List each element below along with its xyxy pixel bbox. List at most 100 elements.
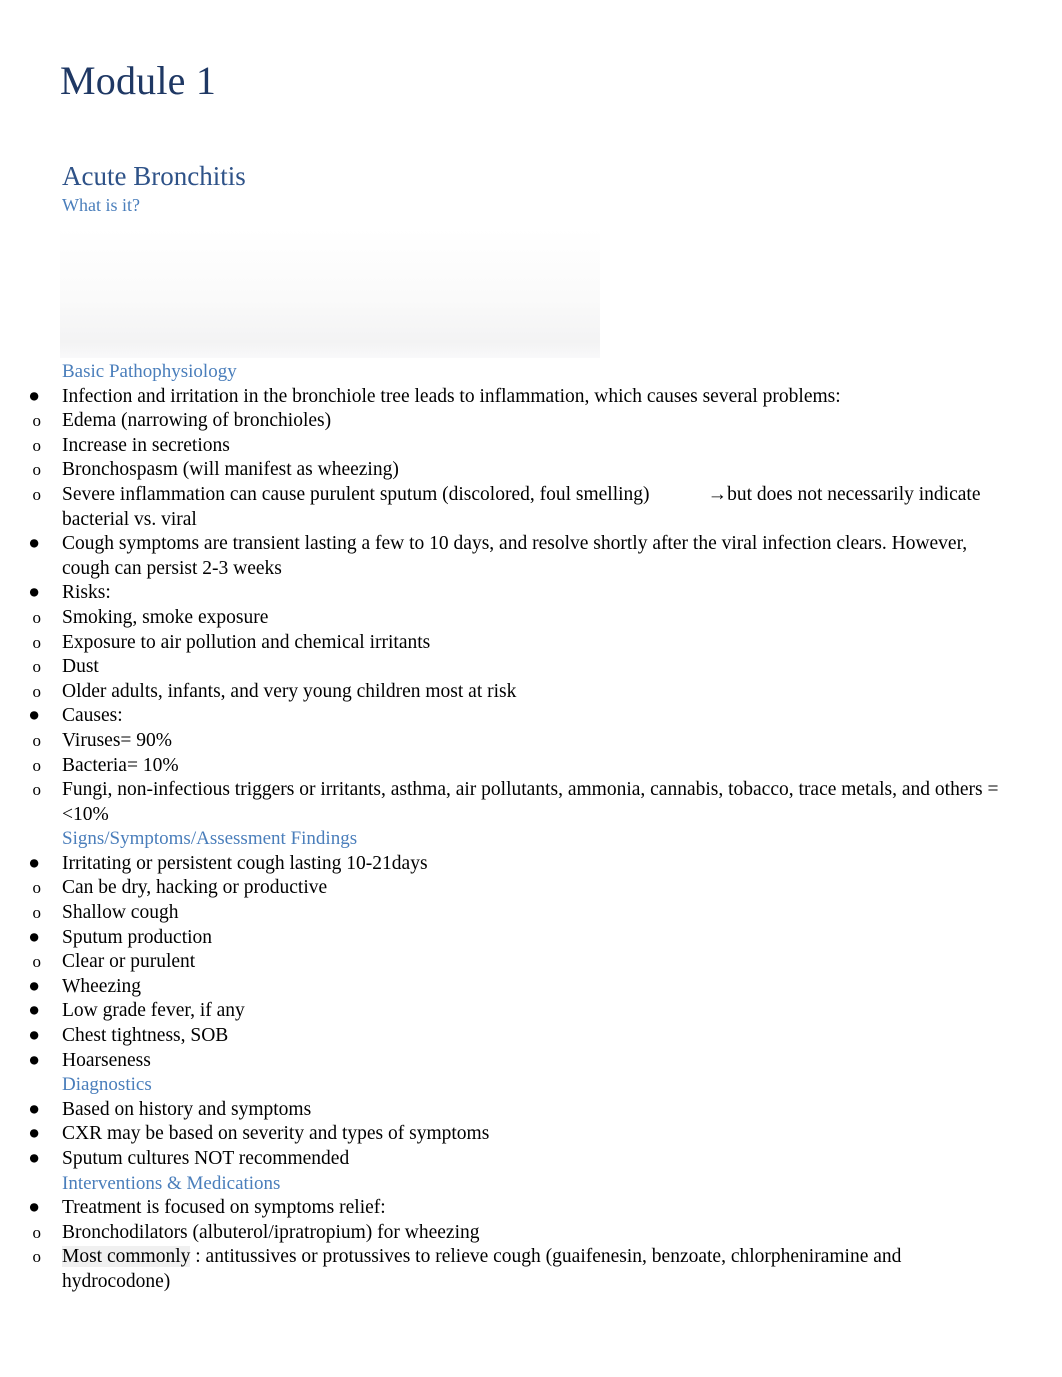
list-item-text: Increase in secretions [62, 434, 230, 456]
list-item-text: Viruses= 90% [62, 729, 173, 751]
list-item-text: Cough symptoms are transient lasting a f… [62, 533, 968, 579]
sub-bullet-marker-icon: o [32, 903, 42, 923]
bullet-marker-icon: ● [28, 1098, 40, 1120]
list-item: o Smoking, smoke exposure [0, 606, 1062, 631]
bullet-marker-icon: ● [28, 582, 40, 604]
list-item-text-continued: →but does not necessarily indicate bacte… [62, 483, 981, 530]
list-item-text: Most commonly : antitussives or protussi… [62, 1246, 902, 1292]
list-item-text: Low grade fever, if any [62, 1000, 245, 1022]
subsection-heading-what-is-it: What is it? [62, 195, 140, 215]
bullet-marker-icon: ● [28, 705, 40, 727]
sub-bullet-marker-icon: o [32, 730, 42, 750]
list-item-text: Bacteria= 10% [62, 754, 179, 776]
list-item: o Severe inflammation can cause purulent … [0, 483, 1062, 532]
list-item: o Can be dry, hacking or productive [0, 876, 1062, 901]
document-page: Module 1 Acute Bronchitis What is it? Ba… [0, 0, 1062, 1377]
list-item-text: Shallow cough [62, 902, 179, 924]
list-item: ● Infection and irritation in the bronchi… [0, 385, 1062, 410]
image-placeholder-band [60, 228, 600, 358]
sub-bullet-marker-icon: o [32, 657, 42, 677]
list-item: o Fungi, non-infectious triggers or irrit… [0, 778, 1062, 827]
bullet-marker-icon: ● [28, 852, 40, 874]
bullet-marker-icon: ● [28, 1049, 40, 1071]
bullet-marker-icon: ● [28, 1148, 40, 1169]
list-item-text: Sputum cultures NOT recommended [62, 1148, 350, 1169]
list-item: ● Based on history and symptoms [0, 1098, 1062, 1123]
list-item: o Most commonly : antitussives or protuss… [0, 1245, 1062, 1294]
sub-bullet-marker-icon: o [32, 411, 42, 431]
bullet-marker-icon: ● [28, 1197, 40, 1219]
sub-bullet-marker-icon: o [32, 607, 42, 627]
list-item: o Older adults, infants, and very young c… [0, 680, 1062, 705]
list-item-text: Wheezing [62, 975, 142, 997]
list-item: ● Treatment is focused on symptoms relief… [0, 1196, 1062, 1221]
list-section-heading: Diagnostics [62, 1074, 152, 1096]
list-item: ● Sputum production [0, 926, 1062, 951]
sub-bullet-marker-icon: o [32, 632, 42, 652]
list-item-text: Irritating or persistent cough lasting 1… [62, 852, 428, 874]
bullet-marker-icon: ● [28, 975, 40, 997]
bullet-marker-icon: ● [28, 1000, 40, 1022]
list-item: o Bronchospasm (will manifest as wheezing… [0, 458, 1062, 483]
sub-bullet-marker-icon: o [32, 1222, 42, 1242]
sub-bullet-marker-icon: o [32, 952, 42, 972]
list-item: ● Cough symptoms are transient lasting a … [0, 532, 1062, 581]
list-item-text: Fungi, non-infectious triggers or irrita… [62, 779, 999, 825]
list-item-text: Can be dry, hacking or productive [62, 877, 328, 899]
list-item: ● Irritating or persistent cough lasting … [0, 852, 1062, 877]
list-item: o Viruses= 90% [0, 729, 1062, 754]
list-item-text: Smoking, smoke exposure [62, 606, 269, 628]
list-item-text: Severe inflammation can cause purulent s… [62, 483, 981, 530]
list-item: o Shallow cough [0, 901, 1062, 926]
list-item: o Clear or purulent [0, 950, 1062, 975]
section-heading-acute-bronchitis: Acute Bronchitis [62, 161, 246, 191]
list-section-heading: Basic Pathophysiology [62, 361, 237, 382]
list-item: o Edema (narrowing of bronchioles) [0, 409, 1062, 434]
bullet-marker-icon: ● [28, 385, 40, 407]
list-item-text: Based on history and symptoms [62, 1098, 312, 1120]
list-item: ● Causes: [0, 704, 1062, 729]
list-item-text: Hoarseness [62, 1049, 151, 1071]
list-item: o Bacteria= 10% [0, 754, 1062, 779]
list-item-text: Causes: [62, 705, 123, 727]
list-item-text: Treatment is focused on symptoms relief: [62, 1197, 386, 1219]
bullet-marker-icon: ● [28, 533, 40, 555]
list-section-heading: Signs/Symptoms/Assessment Findings [62, 828, 358, 850]
list-item-text: Clear or purulent [62, 951, 196, 973]
list-item-text: Bronchodilators (albuterol/ipratropium) … [62, 1221, 480, 1243]
list-item-text: Sputum production [62, 926, 213, 948]
sub-bullet-marker-icon: o [32, 460, 42, 480]
sub-bullet-marker-icon: o [32, 878, 42, 898]
list-item-text: Infection and irritation in the bronchio… [62, 385, 841, 407]
list-item: ● Chest tightness, SOB [0, 1024, 1062, 1049]
list-item: o Increase in secretions [0, 434, 1062, 459]
list-item-text: Chest tightness, SOB [62, 1025, 229, 1047]
sub-bullet-marker-icon: o [32, 780, 42, 800]
list-item-text: Bronchospasm (will manifest as wheezing) [62, 459, 399, 481]
sub-bullet-marker-icon: o [32, 755, 42, 775]
list-item: o Exposure to air pollution and chemical … [0, 631, 1062, 656]
list-item-text: Edema (narrowing of bronchioles) [62, 410, 332, 432]
list-item-text: Dust [62, 656, 99, 678]
bullet-marker-icon: ● [28, 926, 40, 948]
list-item: ● Risks: [0, 581, 1062, 606]
highlighted-text: Most commonly [62, 1246, 191, 1268]
page-title: Module 1 [60, 58, 217, 103]
sub-bullet-marker-icon: o [32, 484, 42, 504]
list-item-text: Older adults, infants, and very young ch… [62, 680, 517, 702]
list-item-text: Risks: [62, 582, 111, 604]
document-body: Basic Pathophysiology ● Infection and irri… [0, 360, 1062, 1295]
list-section-heading: Interventions & Medications [62, 1172, 281, 1194]
list-item: ● Low grade fever, if any [0, 999, 1062, 1024]
bullet-marker-icon: ● [28, 1025, 40, 1047]
sub-bullet-marker-icon: o [32, 435, 42, 455]
list-item: ● CXR may be based on severity and types … [0, 1122, 1062, 1147]
list-item: ● Sputum cultures NOT recommended [0, 1147, 1062, 1172]
sub-bullet-marker-icon: o [32, 681, 42, 701]
list-item-text: CXR may be based on severity and types o… [62, 1123, 490, 1145]
list-item: o Dust [0, 655, 1062, 680]
sub-bullet-marker-icon: o [32, 1247, 42, 1267]
list-item-text: Exposure to air pollution and chemical i… [62, 631, 431, 653]
list-item: ● Wheezing [0, 975, 1062, 1000]
list-item: o Bronchodilators (albuterol/ipratropium)… [0, 1221, 1062, 1246]
